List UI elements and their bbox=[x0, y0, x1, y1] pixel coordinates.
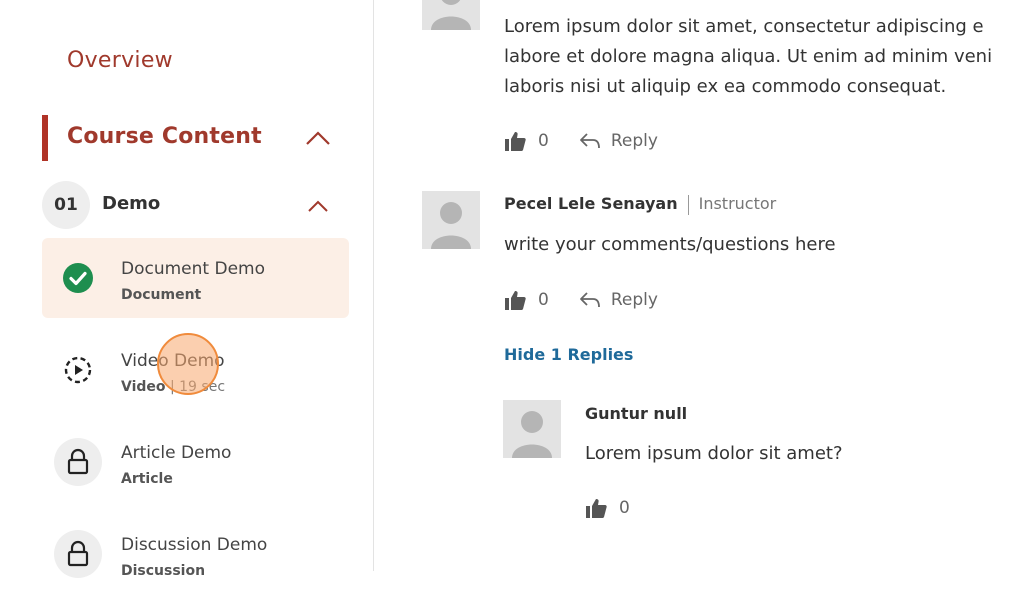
comment-text-line: laboris nisi ut aliquip ex ea commodo co… bbox=[504, 76, 947, 97]
hide-replies-link[interactable]: Hide 1 Replies bbox=[504, 345, 633, 364]
divider bbox=[687, 194, 689, 215]
lesson-type: Article bbox=[121, 471, 173, 487]
reply-icon bbox=[579, 292, 600, 308]
reply-button[interactable]: Reply bbox=[579, 131, 658, 151]
comment-actions: 0 Reply bbox=[504, 289, 658, 311]
thumbs-up-icon bbox=[505, 132, 526, 151]
like-button[interactable]: 0 bbox=[504, 289, 549, 311]
overview-tab[interactable]: Overview bbox=[67, 48, 173, 73]
lesson-item-document-demo[interactable]: Document Demo Document bbox=[42, 238, 349, 318]
author-role: Instructor bbox=[698, 194, 777, 213]
lesson-item-article-demo[interactable]: Article Demo Article bbox=[42, 422, 349, 502]
section-number: 01 bbox=[42, 181, 90, 229]
reply-author: Guntur null bbox=[585, 404, 688, 423]
chevron-up-icon[interactable] bbox=[305, 130, 331, 146]
cursor-highlight bbox=[157, 333, 219, 395]
comment-text: write your comments/questions here bbox=[504, 234, 836, 255]
like-count: 0 bbox=[619, 498, 630, 518]
comment-text-line: labore et dolore magna aliqua. Ut enim a… bbox=[504, 46, 993, 67]
course-sidebar: Overview Course Content 01 Demo Document… bbox=[0, 0, 374, 579]
reply-button[interactable]: Reply bbox=[579, 290, 658, 310]
discussion-panel: Lorem ipsum dolor sit amet, consectetur … bbox=[374, 0, 1016, 571]
like-button[interactable]: 0 bbox=[585, 497, 630, 519]
lesson-type: Document bbox=[121, 287, 202, 303]
lock-icon bbox=[54, 438, 102, 486]
section-title[interactable]: Demo bbox=[102, 193, 160, 214]
lesson-item-discussion-demo[interactable]: Discussion Demo Discussion bbox=[42, 514, 349, 594]
reply-text: Lorem ipsum dolor sit amet? bbox=[585, 443, 843, 464]
course-content-tab[interactable]: Course Content bbox=[67, 124, 262, 149]
like-count: 0 bbox=[538, 290, 549, 310]
comment-text-line: Lorem ipsum dolor sit amet, consectetur … bbox=[504, 16, 984, 37]
user-avatar bbox=[422, 0, 480, 30]
active-section-indicator bbox=[42, 115, 48, 161]
user-avatar bbox=[503, 400, 561, 458]
lesson-title: Document Demo bbox=[121, 259, 265, 279]
like-count: 0 bbox=[538, 131, 549, 151]
comment-actions: 0 Reply bbox=[504, 130, 658, 152]
chevron-up-icon[interactable] bbox=[307, 199, 329, 213]
in-progress-play-icon bbox=[54, 346, 102, 394]
lesson-title: Discussion Demo bbox=[121, 535, 268, 555]
user-avatar bbox=[422, 191, 480, 249]
completed-check-icon bbox=[54, 254, 102, 302]
lesson-title: Article Demo bbox=[121, 443, 232, 463]
thumbs-up-icon bbox=[586, 499, 607, 518]
like-button[interactable]: 0 bbox=[504, 130, 549, 152]
comment-author: Pecel Lele Senayan Instructor bbox=[504, 194, 777, 215]
thumbs-up-icon bbox=[505, 291, 526, 310]
lesson-type: Discussion bbox=[121, 563, 206, 579]
reply-actions: 0 bbox=[585, 497, 630, 519]
reply-icon bbox=[579, 133, 600, 149]
